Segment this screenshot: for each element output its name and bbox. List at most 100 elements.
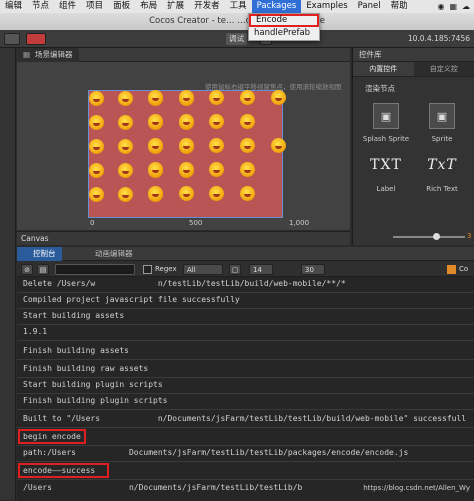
sprite-emoji[interactable] — [179, 90, 194, 105]
sprite-emoji[interactable] — [118, 187, 133, 202]
menu-packages[interactable]: Packages — [251, 0, 302, 13]
log-line: Finish building plugin scripts — [23, 396, 168, 405]
log-line: Finish building raw assets — [23, 364, 149, 373]
axis-label-500: 500 — [189, 219, 203, 227]
sprite-emoji[interactable] — [89, 163, 104, 178]
log-line: Built to "/Users n/Documents/jsFarm/test… — [23, 414, 467, 423]
menu-panel-en[interactable]: Panel — [353, 0, 386, 13]
open-log-button[interactable]: ▤ — [37, 264, 49, 275]
menu-help[interactable]: 帮助 — [386, 0, 413, 13]
sprite-emoji[interactable] — [240, 162, 255, 177]
sprite-emoji[interactable] — [240, 138, 255, 153]
menu-developer[interactable]: 开发者 — [189, 0, 225, 13]
sprite-emoji[interactable] — [271, 90, 286, 105]
menu-panel[interactable]: 面板 — [108, 0, 135, 13]
sprite-emoji[interactable] — [209, 90, 224, 105]
log-line-begin-encode: begin encode — [18, 429, 86, 444]
scene-editor-header: 场景编辑器 — [17, 48, 350, 62]
menu-bar: 编辑 节点 组件 项目 面板 布局 扩展 开发者 工具 Packages Exa… — [0, 0, 474, 13]
widget-library-title: 控件库 — [353, 48, 474, 62]
tab-builtin-controls[interactable]: 内置控件 — [353, 62, 414, 76]
sprite-emoji[interactable] — [209, 162, 224, 177]
status-cloud-icon[interactable]: ☁ — [462, 2, 470, 11]
tab-scene-editor[interactable]: 场景编辑器 — [17, 48, 79, 62]
menu-node[interactable]: 节点 — [27, 0, 54, 13]
window-title: Cocos Creator - te… …cene/cutScene.fire — [0, 13, 474, 30]
menu-item-encode[interactable]: Encode — [249, 14, 319, 27]
record-button[interactable] — [26, 33, 46, 45]
sprite-emoji[interactable] — [240, 114, 255, 129]
rich-text-icon: TxT — [427, 157, 457, 173]
sprite-emoji[interactable] — [118, 139, 133, 154]
sprite-emoji[interactable] — [209, 186, 224, 201]
sprite-emoji[interactable] — [89, 91, 104, 106]
co-checkbox[interactable] — [447, 265, 456, 274]
menu-extensions[interactable]: 扩展 — [162, 0, 189, 13]
sprite-emoji[interactable] — [89, 115, 104, 130]
tab-animation-editor[interactable]: 动画编辑器 — [79, 247, 139, 261]
sprite-emoji[interactable] — [89, 187, 104, 202]
watermark-text: https://blog.csdn.net/Allen_Wy — [363, 484, 470, 492]
debug-button[interactable]: 调试 — [226, 33, 247, 45]
console-tab-bar: 控制台 动画编辑器 — [17, 247, 474, 261]
sprite-emoji[interactable] — [179, 162, 194, 177]
sprite-emoji[interactable] — [209, 114, 224, 129]
render-nodes-heading: 渲染节点 — [365, 84, 395, 93]
server-address: 10.0.4.185:7456 — [407, 34, 470, 43]
sprite-emoji[interactable] — [148, 138, 163, 153]
menu-layout[interactable]: 布局 — [135, 0, 162, 13]
label-txt-icon: TXT — [370, 157, 402, 173]
sprite-emoji[interactable] — [118, 115, 133, 130]
menu-item-handle-prefab[interactable]: handlePrefab — [249, 27, 319, 40]
sprite-emoji[interactable] — [179, 138, 194, 153]
line-count-select[interactable]: 30 — [301, 264, 325, 275]
console-filter-input[interactable] — [55, 264, 135, 275]
sprite-emoji[interactable] — [118, 91, 133, 106]
log-level-select[interactable]: All — [183, 264, 223, 275]
widget-library-panel: 控件库 内置控件 自定义控 渲染节点 ▣ Splash Sprite ▣ Spr… — [352, 48, 474, 245]
menu-project[interactable]: 项目 — [81, 0, 108, 13]
sprite-emoji[interactable] — [148, 114, 163, 129]
packages-dropdown: Encode handlePrefab — [248, 13, 320, 41]
axis-label-1000: 1,000 — [289, 219, 310, 227]
console-log: Delete /Users/w n/testLib/testLib/build/… — [17, 277, 474, 501]
menu-tools[interactable]: 工具 — [225, 0, 252, 13]
sprite-emoji[interactable] — [148, 90, 163, 105]
sprite-emoji[interactable] — [209, 138, 224, 153]
main-toolbar: 调试 10.0.4.185:7456 — [0, 30, 474, 48]
canvas-label: Canvas — [17, 231, 350, 245]
sprite-emoji[interactable] — [271, 138, 286, 153]
log-line: Delete /Users/w n/testLib/testLib/build/… — [23, 279, 346, 288]
status-grid-icon[interactable]: ▦ — [449, 2, 457, 11]
sprite-emoji[interactable] — [148, 162, 163, 177]
sprite-emoji[interactable] — [179, 114, 194, 129]
splash-sprite-icon: ▣ — [373, 103, 399, 129]
log-line: Compiled project javascript file success… — [23, 295, 240, 304]
sprite-emoji[interactable] — [118, 163, 133, 178]
tab-console[interactable]: 控制台 — [17, 247, 62, 261]
control-rich-text[interactable]: TxT Rich Text — [415, 157, 469, 193]
menubar-status-icons: ◉ ▦ ☁ — [437, 0, 474, 13]
clear-console-button[interactable]: ⊘ — [21, 264, 33, 275]
sprite-emoji[interactable] — [240, 90, 255, 105]
sprite-emoji[interactable] — [148, 186, 163, 201]
control-sprite[interactable]: ▣ Sprite — [415, 103, 469, 143]
control-label[interactable]: TXT Label — [359, 157, 413, 193]
slider-value: 3 — [467, 232, 472, 240]
font-size-select[interactable]: 14 — [249, 264, 273, 275]
sprite-emoji[interactable] — [240, 186, 255, 201]
log-line: Start building plugin scripts — [23, 380, 163, 389]
icon-size-slider[interactable] — [393, 233, 465, 240]
collapse-toggle-button[interactable]: ▢ — [229, 264, 241, 275]
move-tool-button[interactable] — [4, 33, 20, 45]
scene-viewport[interactable]: 使用鼠标右键平移视窗焦点，使用滚轮缩放视图 0 500 1,000 — [17, 62, 350, 230]
tab-custom-controls[interactable]: 自定义控 — [413, 62, 474, 76]
status-circle-icon[interactable]: ◉ — [437, 2, 444, 11]
control-splash-sprite[interactable]: ▣ Splash Sprite — [359, 103, 413, 143]
regex-checkbox[interactable] — [143, 265, 152, 274]
menu-edit[interactable]: 编辑 — [0, 0, 27, 13]
sprite-emoji[interactable] — [89, 139, 104, 154]
menu-examples[interactable]: Examples — [301, 0, 352, 13]
sprite-emoji[interactable] — [179, 186, 194, 201]
menu-component[interactable]: 组件 — [54, 0, 81, 13]
